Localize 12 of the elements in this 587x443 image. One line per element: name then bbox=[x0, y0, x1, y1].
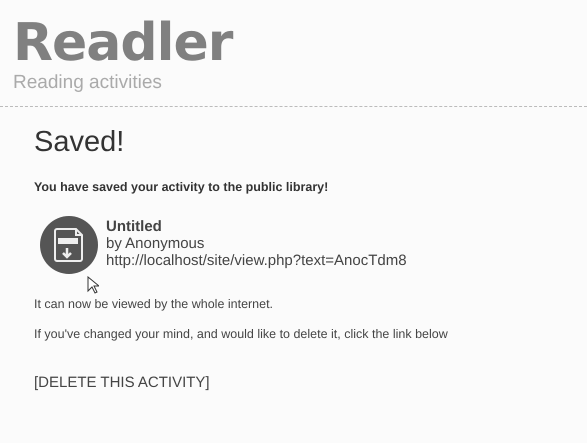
info-text: If you've changed your mind, and would like to delete it, click the link below bbox=[34, 326, 448, 342]
logo: Readler bbox=[13, 14, 232, 72]
activity-url: http://localhost/site/view.php?text=AnocTdm8 bbox=[106, 252, 407, 269]
info-text: It can now be viewed by the whole internet. bbox=[34, 296, 274, 312]
activity-author: by Anonymous bbox=[106, 235, 204, 252]
tagline: Reading activities bbox=[13, 72, 162, 94]
delete-activity-link[interactable]: [DELETE THIS ACTIVITY] bbox=[34, 374, 210, 391]
page-heading: Saved! bbox=[34, 125, 124, 159]
pdf-download-icon bbox=[40, 216, 98, 274]
activity-title: Untitled bbox=[106, 218, 162, 235]
confirmation-message: You have saved your activity to the public library! bbox=[34, 180, 328, 194]
cursor-icon bbox=[87, 276, 99, 294]
